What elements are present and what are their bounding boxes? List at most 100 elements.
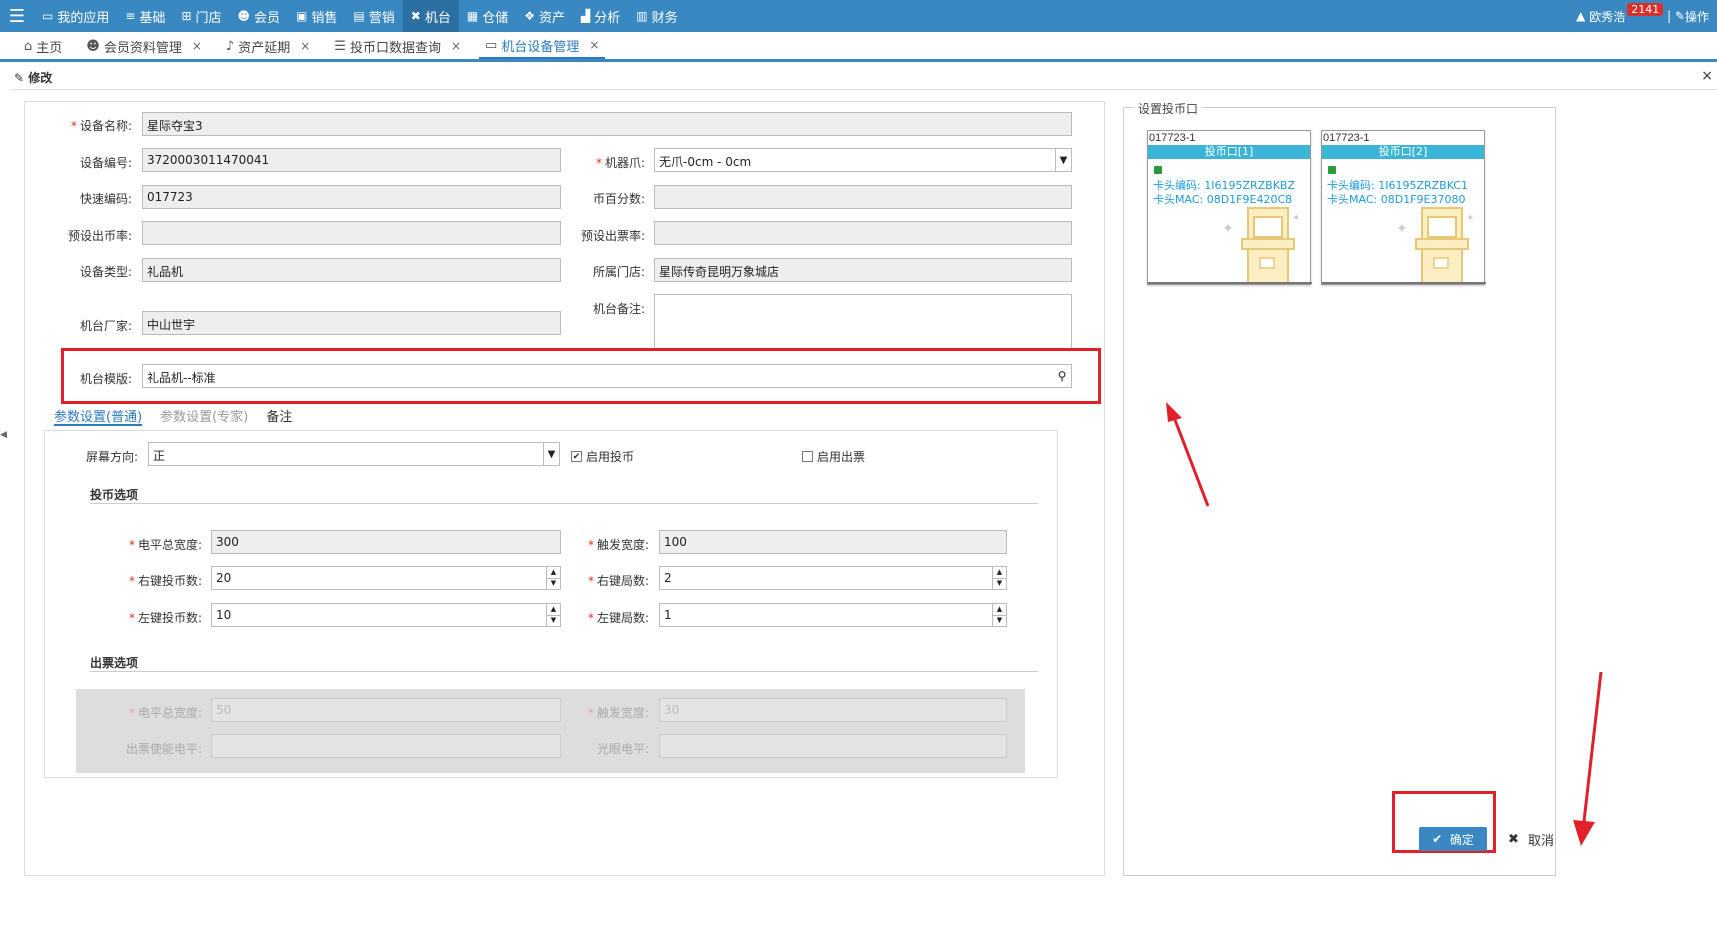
chevron-up-icon[interactable]: ▲ (547, 567, 560, 579)
spinner[interactable]: ▲ ▼ (546, 604, 560, 626)
spinner[interactable]: ▲ ▼ (546, 567, 560, 589)
tab-bar: ⌂ 主页 ☻ 会员资料管理 × ♪ 资产延期 × ☰ 投币口数据查询 × ▭ 机台设备管理 × (0, 32, 1717, 62)
coin-slot-card[interactable]: 017723-1 投币口[1] 卡头编码: 1I6195ZRZBKBZ 卡头MA… (1147, 130, 1312, 285)
coin-slot-panel: 设置投币口 017723-1 投币口[1] 卡头编码: 1I6195ZRZBKB… (1123, 100, 1556, 876)
tab-coin-data-query[interactable]: ☰ 投币口数据查询 × (328, 33, 467, 59)
tab-member-profile[interactable]: ☻ 会员资料管理 × (80, 33, 208, 59)
spinner[interactable]: ▲ ▼ (992, 567, 1006, 589)
param-subtabs: 参数设置(普通) 参数设置(专家) 备注 (54, 406, 310, 426)
device-no-input[interactable]: 3720003011470041 (142, 148, 561, 172)
arcade-machine-icon: ✦ ✦ (1396, 207, 1474, 284)
subtab-expert[interactable]: 参数设置(专家) (160, 406, 248, 426)
tab-asset-extension[interactable]: ♪ 资产延期 × (220, 33, 316, 59)
menu-marketing[interactable]: ▤ 营销 (345, 0, 402, 32)
svg-text:✦: ✦ (1292, 213, 1300, 224)
coin-slot-card[interactable]: 017723-1 投币口[2] 卡头编码: 1I6195ZRZBKC1 卡头MA… (1321, 130, 1486, 285)
menu-my-apps[interactable]: ▭ 我的应用 (34, 0, 117, 32)
menu-finance[interactable]: ▥ 财务 (628, 0, 685, 32)
confirm-button[interactable]: ✔ 确定 (1419, 827, 1487, 851)
manufacturer-input[interactable]: 中山世宇 (142, 311, 561, 335)
edit-dialog: ✎ 修改 × * 设备名称: 星际夺宝3 设备编号: 37200030114700… (10, 66, 1717, 936)
level-width-label: * 电平总宽度: (128, 538, 202, 552)
divider (90, 671, 1038, 672)
coin-percent-input[interactable] (654, 185, 1072, 209)
chevron-down-icon[interactable]: ▼ (1055, 149, 1071, 171)
close-icon[interactable]: × (300, 39, 310, 53)
chevron-down-icon[interactable]: ▼ (543, 443, 559, 465)
menu-analysis[interactable]: ▟ 分析 (573, 0, 628, 32)
main-menu: ▭ 我的应用 ≡ 基础 ⊞ 门店 ☻ 会员 ▣ 销售 ▤ 营销 ✖ 机台 ▦ 仓储 ❖ 资产 ▟ 分… (34, 0, 686, 32)
menu-sales[interactable]: ▣ 销售 (288, 0, 345, 32)
close-icon[interactable]: × (192, 39, 202, 53)
chevron-down-icon[interactable]: ▼ (547, 579, 560, 590)
user-area: ▲ 欧秀浩 2141 | ✎ 操作 (1576, 0, 1709, 32)
card-id: 017723-1 (1149, 132, 1196, 144)
chevron-up-icon[interactable]: ▲ (993, 604, 1006, 616)
gift-icon: ▤ (353, 9, 365, 23)
coin-slot-panel-title: 设置投币口 (1134, 100, 1203, 117)
chevron-down-icon[interactable]: ▼ (993, 579, 1006, 590)
check-icon: ✔ (1432, 832, 1450, 846)
desktop-icon: ▭ (42, 9, 54, 23)
close-icon[interactable]: × (451, 39, 461, 53)
svg-text:✦: ✦ (1466, 213, 1474, 224)
sitemap-icon: ⊞ (181, 9, 192, 23)
left-coins-label: * 左键投币数: (128, 611, 202, 625)
quick-code-input[interactable]: 017723 (142, 185, 561, 209)
screen-direction-select[interactable]: 正 ▼ (148, 442, 560, 466)
separator: | (1663, 9, 1675, 23)
menu-member[interactable]: ☻ 会员 (230, 0, 289, 32)
arcade-machine-icon: ✦ ✦ (1222, 207, 1300, 284)
right-rounds-stepper[interactable]: 2 ▲ ▼ (659, 566, 1007, 590)
quick-code-label: 快速编码: (79, 192, 132, 206)
left-rounds-stepper[interactable]: 1 ▲ ▼ (659, 603, 1007, 627)
enable-coin-checkbox[interactable]: ✔ 启用投币 (571, 448, 634, 465)
dialog-close-button[interactable]: × (1701, 68, 1713, 84)
menu-assets[interactable]: ❖ 资产 (516, 0, 573, 32)
preset-coin-rate-input[interactable] (142, 221, 561, 245)
ticket-level-width-input: 50 (211, 698, 561, 722)
chevron-down-icon[interactable]: ▼ (993, 616, 1006, 627)
store-label: 所属门店: (592, 265, 645, 279)
claw-select[interactable]: 无爪-0cm - 0cm ▼ (654, 148, 1072, 172)
close-icon[interactable]: × (589, 38, 599, 52)
subtab-normal[interactable]: 参数设置(普通) (54, 406, 143, 426)
top-nav-bar: ☰ ▭ 我的应用 ≡ 基础 ⊞ 门店 ☻ 会员 ▣ 销售 ▤ 营销 ✖ 机台 ▦ 仓储 ❖ 资产 … (0, 0, 1717, 32)
menu-warehouse[interactable]: ▦ 仓储 (459, 0, 516, 32)
cancel-button[interactable]: ✖ 取消 (1496, 827, 1566, 851)
device-name-input[interactable]: 星际夺宝3 (142, 112, 1072, 136)
spinner[interactable]: ▲ ▼ (992, 604, 1006, 626)
manufacturer-label: 机台厂家: (79, 319, 132, 333)
menu-store[interactable]: ⊞ 门店 (173, 0, 229, 32)
claw-label: * 机器爪: (595, 156, 645, 170)
remark-textarea[interactable] (654, 294, 1072, 350)
ticket-enable-level-input (211, 734, 561, 758)
database-icon: ≡ (125, 9, 136, 23)
notification-badge[interactable]: 2141 (1627, 2, 1664, 16)
right-coins-stepper[interactable]: 20 ▲ ▼ (211, 566, 561, 590)
trigger-width-input[interactable]: 100 (659, 530, 1007, 554)
device-type-input[interactable]: 礼品机 (142, 258, 561, 282)
left-coins-stepper[interactable]: 10 ▲ ▼ (211, 603, 561, 627)
menu-basic[interactable]: ≡ 基础 (117, 0, 173, 32)
subtab-remark[interactable]: 备注 (266, 406, 292, 426)
collapse-handle[interactable]: ◀ (0, 430, 7, 460)
chevron-up-icon[interactable]: ▲ (547, 604, 560, 616)
chevron-up-icon[interactable]: ▲ (993, 567, 1006, 579)
highlight-box-template (61, 348, 1101, 404)
enable-ticket-checkbox[interactable]: 启用出票 (802, 448, 865, 465)
tab-machine-management[interactable]: ▭ 机台设备管理 × (479, 33, 606, 59)
level-width-input[interactable]: 300 (211, 530, 561, 554)
user-name[interactable]: 欧秀浩 (1589, 8, 1625, 25)
chevron-down-icon[interactable]: ▼ (547, 616, 560, 627)
menu-machine[interactable]: ✖ 机台 (402, 0, 459, 32)
card-footer (1148, 282, 1312, 284)
cubes-icon: ❖ (524, 9, 535, 23)
tab-home[interactable]: ⌂ 主页 (18, 33, 68, 59)
device-type-label: 设备类型: (79, 265, 132, 279)
wrench-icon: ✎ (1674, 9, 1685, 23)
menu-toggle-icon[interactable]: ☰ (0, 0, 34, 32)
ops-menu[interactable]: 操作 (1685, 8, 1709, 25)
preset-ticket-rate-input[interactable] (654, 221, 1072, 245)
store-input[interactable]: 星际传奇昆明万象城店 (654, 258, 1072, 282)
